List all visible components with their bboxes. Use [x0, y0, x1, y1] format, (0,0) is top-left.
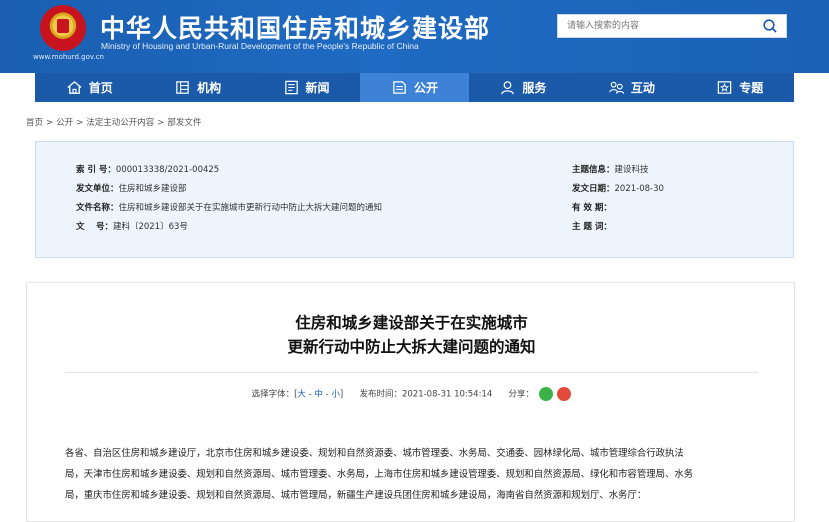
nav-item-public[interactable]: 公开: [360, 73, 469, 102]
font-small-link[interactable]: 小: [331, 390, 340, 400]
search-box: [557, 14, 787, 38]
news-icon: [284, 80, 298, 95]
nav-label-service: 服务: [522, 81, 547, 95]
meta-issuer: 发文单位：住房和城乡建设部: [76, 184, 187, 194]
topic-icon: [717, 81, 732, 94]
service-icon: [501, 81, 515, 95]
divider: [65, 372, 758, 373]
wechat-share-icon[interactable]: [538, 387, 553, 401]
nav-item-home[interactable]: 首页: [35, 73, 143, 102]
weibo-share-icon[interactable]: [557, 387, 572, 401]
article-title-line-1: 住房和城乡建设部关于在实施城市: [295, 314, 528, 332]
search-input[interactable]: [558, 15, 758, 37]
document-meta-panel: 索 引 号：000013338/2021-00425 发文单位：住房和城乡建设部…: [35, 141, 794, 258]
nav-label-home: 首页: [88, 81, 113, 95]
nav-label-news: 新闻: [305, 81, 330, 95]
main-nav: 首页 机构 新闻 公开 服务 互动 专题: [35, 73, 794, 102]
font-large-link[interactable]: 大: [297, 390, 306, 400]
nav-label-interaction: 互动: [630, 81, 655, 95]
nav-label-organization: 机构: [197, 81, 222, 95]
body-line-1: 各省、自治区住房和城乡建设厅，北京市住房和城乡建设委、规划和自然资源委、城市管理…: [65, 448, 684, 459]
meta-keywords: 主 题 词：: [572, 222, 612, 232]
share-label: 分享：: [508, 389, 534, 400]
document-icon: [393, 81, 406, 94]
article-panel: 住房和城乡建设部关于在实施城市 更新行动中防止大拆大建问题的通知 选择字体：[大…: [26, 282, 795, 522]
article-title-line-2: 更新行动中防止大拆大建问题的通知: [287, 338, 536, 356]
publish-time-label: 发布时间：: [359, 389, 402, 400]
site-title-english: Ministry of Housing and Urban-Rural Deve…: [101, 41, 419, 51]
publish-time: 2021-08-31 10:54:14: [401, 389, 493, 400]
nav-label-public: 公开: [413, 81, 438, 95]
font-medium-link[interactable]: 中: [314, 390, 323, 400]
breadcrumb-documents[interactable]: 部发文件: [167, 118, 201, 128]
breadcrumb: 首页 > 公开 > 法定主动公开内容 > 部发文件: [26, 118, 202, 128]
breadcrumb-home[interactable]: 首页: [26, 118, 43, 128]
article-body: 各省、自治区住房和城乡建设厅，北京市住房和城乡建设委、规划和自然资源委、城市管理…: [65, 443, 765, 506]
building-icon: [176, 81, 189, 94]
nav-item-organization[interactable]: 机构: [143, 73, 251, 102]
national-emblem-icon: [40, 5, 86, 51]
nav-item-interaction[interactable]: 互动: [577, 73, 685, 102]
breadcrumb-public[interactable]: 公开: [56, 118, 73, 128]
nav-item-news[interactable]: 新闻: [252, 73, 360, 102]
nav-label-topic: 专题: [739, 81, 764, 95]
meta-index: 索 引 号：000013338/2021-00425: [76, 165, 220, 175]
nav-item-service[interactable]: 服务: [469, 73, 577, 102]
meta-date: 发文日期：2021-08-30: [572, 184, 664, 194]
meta-topic: 主题信息：建设科技: [572, 165, 649, 175]
search-icon[interactable]: [762, 18, 778, 34]
breadcrumb-statutory[interactable]: 法定主动公开内容: [86, 118, 154, 128]
home-icon: [67, 80, 82, 94]
body-line-3: 局，重庆市住房和城乡建设委、规划和自然资源局、城市管理局，新疆生产建设兵团住房和…: [65, 490, 647, 501]
interaction-icon: [609, 81, 624, 94]
site-title: 中华人民共和国住房和城乡建设部: [100, 14, 491, 43]
article-info-line: 选择字体：[大 - 中 - 小] 发布时间：2021-08-31 10:54:1…: [27, 387, 796, 401]
site-header: www.mohurd.gov.cn 中华人民共和国住房和城乡建设部 Minist…: [0, 0, 829, 73]
font-size-selector: 选择字体：[大 - 中 - 小]: [251, 389, 344, 400]
meta-validity: 有 效 期：: [572, 203, 612, 213]
meta-docno: 文 号：建科〔2021〕63号: [76, 222, 188, 232]
nav-item-topic[interactable]: 专题: [686, 73, 794, 102]
meta-docname: 文件名称：住房和城乡建设部关于在实施城市更新行动中防止大拆大建问题的通知: [76, 203, 383, 213]
body-line-2: 局，天津市住房和城乡建设委、规划和自然资源局、城市管理委、水务局，上海市住房和城…: [65, 469, 694, 480]
site-url: www.mohurd.gov.cn: [33, 53, 104, 61]
